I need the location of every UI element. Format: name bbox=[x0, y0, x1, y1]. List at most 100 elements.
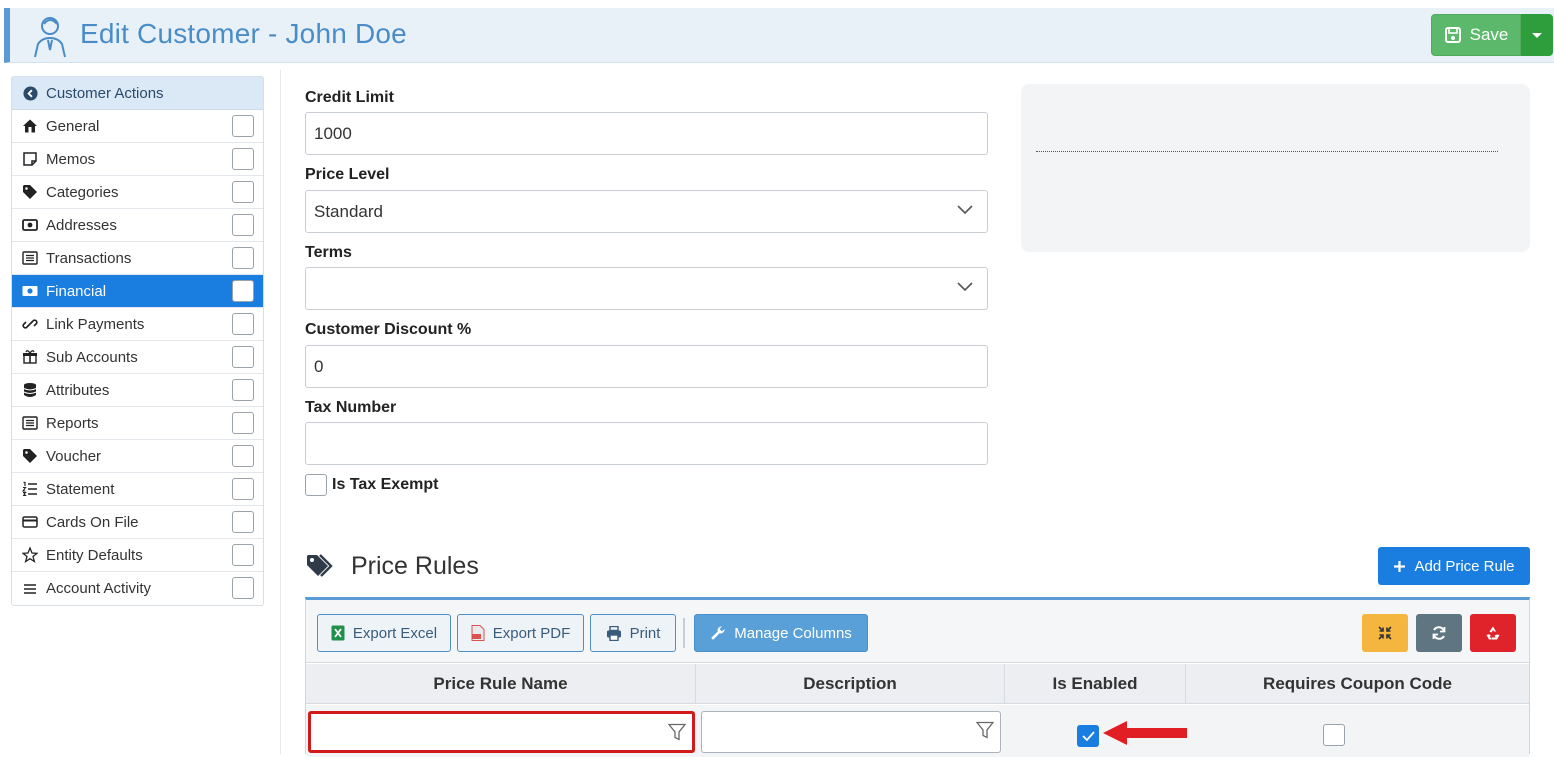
sidebar-item-checkbox[interactable] bbox=[232, 577, 254, 599]
price-level-label: Price Level bbox=[305, 166, 390, 183]
sidebar-item-account-activity[interactable]: Account Activity bbox=[12, 572, 263, 605]
compress-icon bbox=[1378, 626, 1392, 640]
sidebar-item-label: Categories bbox=[46, 183, 119, 201]
manage-columns-label: Manage Columns bbox=[734, 624, 852, 642]
sidebar-item-memos[interactable]: Memos bbox=[12, 143, 263, 176]
excel-icon bbox=[331, 625, 345, 641]
page-title: Edit Customer - John Doe bbox=[80, 18, 407, 49]
sidebar-item-attributes[interactable]: Attributes bbox=[12, 374, 263, 407]
export-pdf-button[interactable]: Export PDF bbox=[457, 614, 584, 652]
plus-icon bbox=[1394, 560, 1406, 572]
customer-actions-sidebar: Customer Actions General Memos Categorie… bbox=[11, 76, 264, 606]
sidebar-item-sub-accounts[interactable]: Sub Accounts bbox=[12, 341, 263, 374]
sidebar-item-checkbox[interactable] bbox=[232, 544, 254, 566]
sidebar-item-label: Memos bbox=[46, 150, 96, 168]
chevron-down-icon bbox=[957, 282, 973, 292]
tags-icon bbox=[307, 554, 333, 577]
sidebar-item-label: Link Payments bbox=[46, 315, 145, 333]
sidebar-item-checkbox[interactable] bbox=[232, 148, 254, 170]
sidebar-item-statement[interactable]: Statement bbox=[12, 473, 263, 506]
list-icon bbox=[22, 250, 38, 266]
price-rules-title: Price Rules bbox=[351, 552, 479, 580]
sidebar-item-general[interactable]: General bbox=[12, 110, 263, 143]
sidebar-item-checkbox[interactable] bbox=[232, 412, 254, 434]
sidebar-item-label: Financial bbox=[46, 282, 107, 300]
sidebar-item-voucher[interactable]: Voucher bbox=[12, 440, 263, 473]
column-header-price-rule-name[interactable]: Price Rule Name bbox=[306, 664, 696, 704]
sidebar-item-financial[interactable]: Financial bbox=[12, 275, 263, 308]
red-arrow-annotation bbox=[1103, 721, 1187, 745]
sidebar-item-reports[interactable]: Reports bbox=[12, 407, 263, 440]
sidebar-item-addresses[interactable]: Addresses bbox=[12, 209, 263, 242]
sidebar-item-checkbox[interactable] bbox=[232, 346, 254, 368]
collapse-button[interactable] bbox=[1362, 614, 1408, 652]
sidebar-item-categories[interactable]: Categories bbox=[12, 176, 263, 209]
filter-icon[interactable] bbox=[668, 723, 686, 741]
sidebar-item-transactions[interactable]: Transactions bbox=[12, 242, 263, 275]
floppy-disk-icon bbox=[1444, 27, 1461, 43]
column-header-requires-coupon-code[interactable]: Requires Coupon Code bbox=[1186, 664, 1529, 704]
page-header: Edit Customer - John Doe Save bbox=[4, 8, 1554, 63]
sidebar-item-checkbox[interactable] bbox=[232, 478, 254, 500]
export-excel-button[interactable]: Export Excel bbox=[317, 614, 451, 652]
price-rule-name-filter-input[interactable] bbox=[308, 711, 695, 753]
refresh-icon bbox=[1432, 626, 1446, 640]
home-icon bbox=[22, 118, 38, 134]
menu-icon bbox=[22, 581, 38, 597]
refresh-button[interactable] bbox=[1416, 614, 1462, 652]
credit-limit-input[interactable]: 1000 bbox=[305, 112, 988, 155]
sidebar-item-checkbox[interactable] bbox=[232, 280, 254, 302]
manage-columns-button[interactable]: Manage Columns bbox=[694, 614, 868, 652]
grid-toolbar: Export Excel Export PDF Print Manage Col… bbox=[306, 600, 1529, 663]
user-icon bbox=[34, 17, 66, 58]
sidebar-item-label: General bbox=[46, 117, 100, 135]
grid-header-row: Price Rule Name Description Is Enabled R… bbox=[306, 664, 1529, 704]
pdf-icon bbox=[471, 625, 485, 641]
chevron-down-icon bbox=[957, 205, 973, 215]
money-icon bbox=[22, 283, 38, 299]
price-level-select[interactable]: Standard bbox=[305, 190, 988, 233]
sidebar-item-checkbox[interactable] bbox=[232, 511, 254, 533]
sidebar-item-label: Addresses bbox=[46, 216, 117, 234]
dotted-divider bbox=[1036, 151, 1498, 152]
requires-coupon-filter-checkbox[interactable] bbox=[1323, 724, 1345, 746]
add-price-rule-button[interactable]: Add Price Rule bbox=[1378, 547, 1530, 585]
customer-discount-input[interactable]: 0 bbox=[305, 345, 988, 388]
price-level-value: Standard bbox=[314, 202, 383, 221]
terms-label: Terms bbox=[305, 244, 352, 261]
sidebar-item-checkbox[interactable] bbox=[232, 313, 254, 335]
print-button[interactable]: Print bbox=[590, 614, 676, 652]
save-options-button[interactable] bbox=[1521, 14, 1553, 56]
list-icon bbox=[22, 415, 38, 431]
reset-button[interactable] bbox=[1470, 614, 1516, 652]
sidebar-item-link-payments[interactable]: Link Payments bbox=[12, 308, 263, 341]
terms-select[interactable] bbox=[305, 267, 988, 310]
sidebar-item-checkbox[interactable] bbox=[232, 214, 254, 236]
sidebar-item-checkbox[interactable] bbox=[232, 181, 254, 203]
sidebar-heading-label: Customer Actions bbox=[46, 84, 164, 102]
back-arrow-icon bbox=[23, 85, 38, 101]
filter-icon[interactable] bbox=[976, 721, 994, 739]
address-card-icon bbox=[22, 217, 38, 233]
checkmark-icon bbox=[1081, 731, 1095, 741]
sidebar-item-cards-on-file[interactable]: Cards On File bbox=[12, 506, 263, 539]
sidebar-item-checkbox[interactable] bbox=[232, 115, 254, 137]
is-enabled-filter-checkbox[interactable] bbox=[1077, 725, 1099, 747]
info-panel bbox=[1021, 84, 1530, 252]
content-divider bbox=[280, 70, 281, 754]
sidebar-item-checkbox[interactable] bbox=[232, 445, 254, 467]
note-icon bbox=[22, 151, 38, 167]
description-filter-input[interactable] bbox=[701, 711, 1001, 753]
sidebar-item-checkbox[interactable] bbox=[232, 379, 254, 401]
tax-number-input[interactable] bbox=[305, 422, 988, 465]
sidebar-heading[interactable]: Customer Actions bbox=[12, 77, 263, 110]
is-tax-exempt-checkbox[interactable] bbox=[305, 474, 327, 496]
save-button[interactable]: Save bbox=[1431, 14, 1521, 56]
column-header-description[interactable]: Description bbox=[696, 664, 1005, 704]
column-header-is-enabled[interactable]: Is Enabled bbox=[1005, 664, 1186, 704]
tag-icon bbox=[22, 448, 38, 464]
link-icon bbox=[22, 316, 38, 332]
sidebar-item-checkbox[interactable] bbox=[232, 247, 254, 269]
credit-limit-label: Credit Limit bbox=[305, 89, 394, 106]
sidebar-item-entity-defaults[interactable]: Entity Defaults bbox=[12, 539, 263, 572]
